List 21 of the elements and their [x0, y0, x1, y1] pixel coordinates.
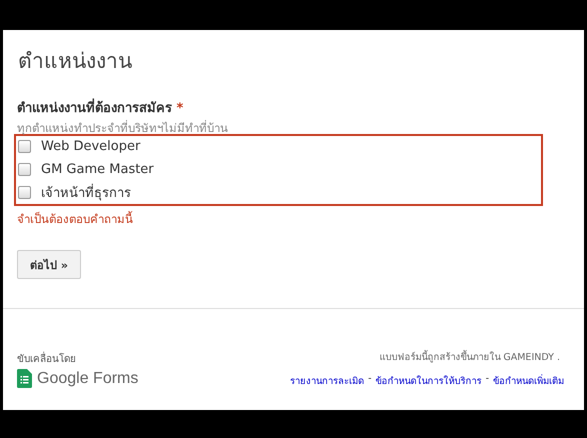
error-message: จำเป็นต้องตอบคำถามนี้ — [17, 210, 134, 228]
option-label[interactable]: เจ้าหน้าที่ธุรการ — [41, 182, 131, 203]
forms-icon — [17, 369, 32, 388]
question-label: ตำแหน่งงานที่ต้องการสมัคร — [17, 101, 172, 116]
checkbox[interactable] — [18, 140, 31, 153]
next-button[interactable]: ต่อไป » — [17, 250, 81, 279]
footer-link[interactable]: รายงานการละเมิด — [290, 373, 364, 388]
option-label[interactable]: GM Game Master — [41, 162, 154, 177]
form-title: ตำแหน่งงาน — [18, 49, 133, 75]
footer-link[interactable]: ข้อกำหนดในการให้บริการ — [376, 373, 482, 388]
checkbox[interactable] — [18, 163, 31, 176]
link-separator: - — [486, 373, 489, 386]
checkbox[interactable] — [18, 186, 31, 199]
created-note: แบบฟอร์มนี้ถูกสร้างขึ้นภายใน GAMEINDY . — [379, 349, 560, 364]
option-label[interactable]: Web Developer — [41, 139, 140, 154]
link-separator: - — [368, 373, 372, 386]
footer-link[interactable]: ข้อกำหนดเพิ่มเติม — [493, 373, 564, 388]
required-mark: * — [176, 101, 184, 116]
logo-text: Google Forms — [37, 370, 138, 388]
help-text: ทุกตำแหน่งทำประจำที่บริษัทฯไม่มีทำที่บ้าน — [17, 122, 229, 134]
powered-by-text: ขับเคลื่อนโดย — [17, 351, 138, 366]
